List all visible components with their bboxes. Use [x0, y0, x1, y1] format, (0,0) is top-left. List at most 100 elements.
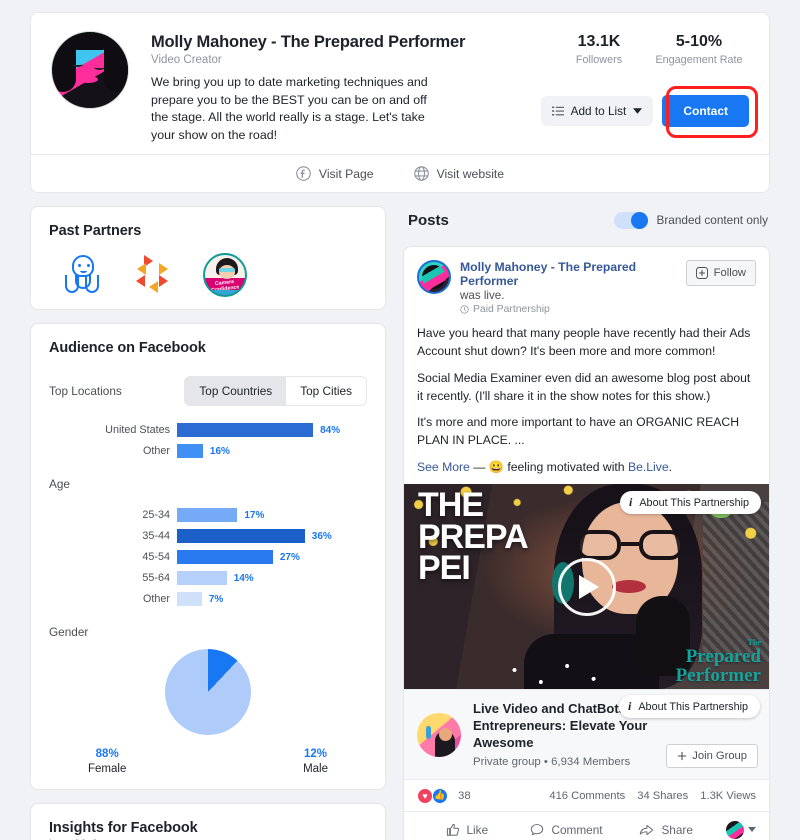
- left-column: Past Partners Camera Confidence Audience…: [30, 206, 386, 840]
- globe-icon: [413, 166, 429, 182]
- chart-bar: [177, 508, 238, 523]
- audience-card: Audience on Facebook Top Locations Top C…: [30, 323, 386, 791]
- post-video-thumbnail[interactable]: THE PREPA PEI The Prepared Performer i A…: [404, 484, 769, 690]
- info-icon: i: [628, 699, 632, 714]
- join-group-button[interactable]: Join Group: [666, 743, 758, 768]
- contact-button[interactable]: Contact: [662, 95, 749, 127]
- attachment-thumbnail: [417, 712, 461, 757]
- about-partnership-badge[interactable]: i About This Partnership: [619, 695, 760, 719]
- post-paragraph: Social Media Examiner even did an awesom…: [417, 370, 751, 403]
- top-locations-label: Top Locations: [49, 384, 122, 399]
- chart-bar-label: Other: [142, 445, 170, 458]
- gender-pie-graphic: [165, 649, 251, 736]
- post-author-name[interactable]: Molly Mahoney - The Prepared Performer: [460, 260, 686, 288]
- follow-button[interactable]: Follow: [685, 260, 756, 287]
- like-button-label: Like: [466, 822, 489, 837]
- legend-female-label: Female: [88, 763, 127, 776]
- plus-icon: [677, 751, 687, 761]
- audience-section: Audience on Facebook Top Locations Top C…: [31, 324, 385, 789]
- insights-title: Insights for Facebook: [49, 820, 198, 837]
- past-partners-section: Past Partners Camera Confidence: [31, 207, 385, 309]
- legend-male: 12% Male: [303, 748, 328, 775]
- video-title-line3: PEI: [418, 549, 471, 588]
- profile-bio: We bring you up to date marketing techni…: [151, 75, 428, 142]
- post-stats-row: ♥ 👍 38 416 Comments 34 Shares 1.3K Views: [404, 780, 769, 811]
- branded-content-toggle-group: Branded content only: [613, 211, 768, 229]
- info-icon: i: [629, 495, 633, 510]
- chart-bar-value: 36%: [311, 530, 332, 542]
- chart-bar-value: 17%: [244, 509, 265, 521]
- posts-title: Posts: [408, 211, 449, 229]
- toggle-knob: [630, 211, 648, 229]
- partner-logos: Camera Confidence: [49, 239, 367, 305]
- chart-bar-label: 55-64: [142, 572, 170, 585]
- share-as-avatar-selector[interactable]: [716, 820, 757, 839]
- see-more-link[interactable]: See More: [417, 460, 470, 474]
- post-paragraph: It's more and more important to have an …: [417, 415, 740, 447]
- past-partners-card: Past Partners Camera Confidence: [30, 206, 386, 311]
- join-group-label: Join Group: [692, 749, 747, 762]
- add-to-list-button[interactable]: Add to List: [540, 96, 654, 126]
- post-body: Have you heard that many people have rec…: [404, 315, 769, 484]
- video-overlay-title: THE PREPA PEI: [418, 488, 529, 588]
- facebook-icon: [296, 166, 311, 182]
- period: .: [668, 459, 673, 474]
- chart-bar-label: 45-54: [142, 551, 170, 564]
- clock-icon: [460, 305, 469, 315]
- locations-segmented-control: Top Countries Top Cities: [184, 376, 367, 407]
- top-locations-chart: United States 84% Other 16%: [49, 422, 367, 459]
- chart-bar-row: Other 16%: [49, 443, 367, 459]
- top-locations-row: Top Locations Top Countries Top Cities: [49, 376, 367, 407]
- visit-website-link[interactable]: Visit website: [413, 166, 505, 182]
- manychat-octopus-logo[interactable]: [63, 253, 109, 299]
- stat-followers: 13.1K Followers: [549, 33, 649, 144]
- like-button[interactable]: Like: [417, 818, 517, 840]
- belive-link[interactable]: Be.Live: [628, 460, 669, 474]
- chart-bar-row: Other 7%: [49, 591, 367, 607]
- branded-content-toggle[interactable]: [613, 211, 648, 229]
- visit-page-link[interactable]: Visit Page: [296, 166, 374, 182]
- video-subject-glasses: [576, 530, 684, 561]
- share-count[interactable]: 34 Shares: [637, 790, 688, 802]
- chart-bar-value: 84%: [320, 424, 341, 436]
- comment-button[interactable]: Comment: [517, 818, 617, 840]
- profile-links-row: Visit Page Visit website: [31, 154, 769, 192]
- pinwheel-logo[interactable]: [133, 253, 179, 299]
- post-author-block: Molly Mahoney - The Prepared Performer w…: [460, 260, 686, 315]
- visit-page-label: Visit Page: [318, 166, 374, 181]
- chart-bar: [177, 571, 227, 586]
- play-button-icon[interactable]: [557, 557, 616, 616]
- comment-button-label: Comment: [551, 822, 603, 837]
- logo-line3: Performer: [675, 665, 761, 687]
- legend-male-label: Male: [303, 763, 328, 776]
- profile-role: Video Creator: [151, 54, 222, 66]
- visit-website-label: Visit website: [436, 166, 505, 181]
- post-reactions[interactable]: ♥ 👍 38: [417, 787, 471, 804]
- post-card: Molly Mahoney - The Prepared Performer w…: [403, 246, 770, 840]
- share-arrow-icon: [639, 823, 654, 837]
- about-partnership-label: About This Partnership: [638, 700, 748, 713]
- about-partnership-badge[interactable]: i About This Partnership: [620, 491, 761, 515]
- post-attachment-card[interactable]: Live Video and ChatBots for Entrepreneur…: [404, 689, 769, 780]
- share-button[interactable]: Share: [616, 818, 716, 840]
- post-author-avatar[interactable]: [417, 260, 451, 295]
- post-feeling-text: — 😀 feeling motivated with: [473, 459, 625, 474]
- tab-top-cities[interactable]: Top Cities: [286, 377, 366, 406]
- camera-confidence-logo[interactable]: Camera Confidence: [203, 253, 249, 299]
- prepared-performer-logo: The Prepared Performer: [675, 639, 761, 687]
- like-reaction-icon: 👍: [432, 787, 448, 804]
- post-meta: Paid Partnership: [460, 304, 686, 315]
- legend-female-value: 88%: [95, 748, 119, 761]
- chevron-down-icon: [748, 827, 757, 833]
- profile-top-row: Molly Mahoney - The Prepared Performer V…: [31, 13, 769, 154]
- chevron-down-icon: [633, 108, 643, 114]
- profile-info: Molly Mahoney - The Prepared Performer V…: [151, 31, 549, 144]
- legend-female: 88% Female: [88, 748, 126, 775]
- profile-action-buttons: Add to List Contact: [540, 86, 758, 138]
- tab-top-countries[interactable]: Top Countries: [185, 377, 287, 406]
- post-actions-row: Like Comment Share: [404, 810, 769, 840]
- stat-followers-label: Followers: [575, 54, 623, 66]
- comment-count[interactable]: 416 Comments: [549, 790, 625, 802]
- chart-bar-value: 14%: [233, 572, 254, 584]
- chart-bar-row: 45-54 27%: [49, 549, 367, 565]
